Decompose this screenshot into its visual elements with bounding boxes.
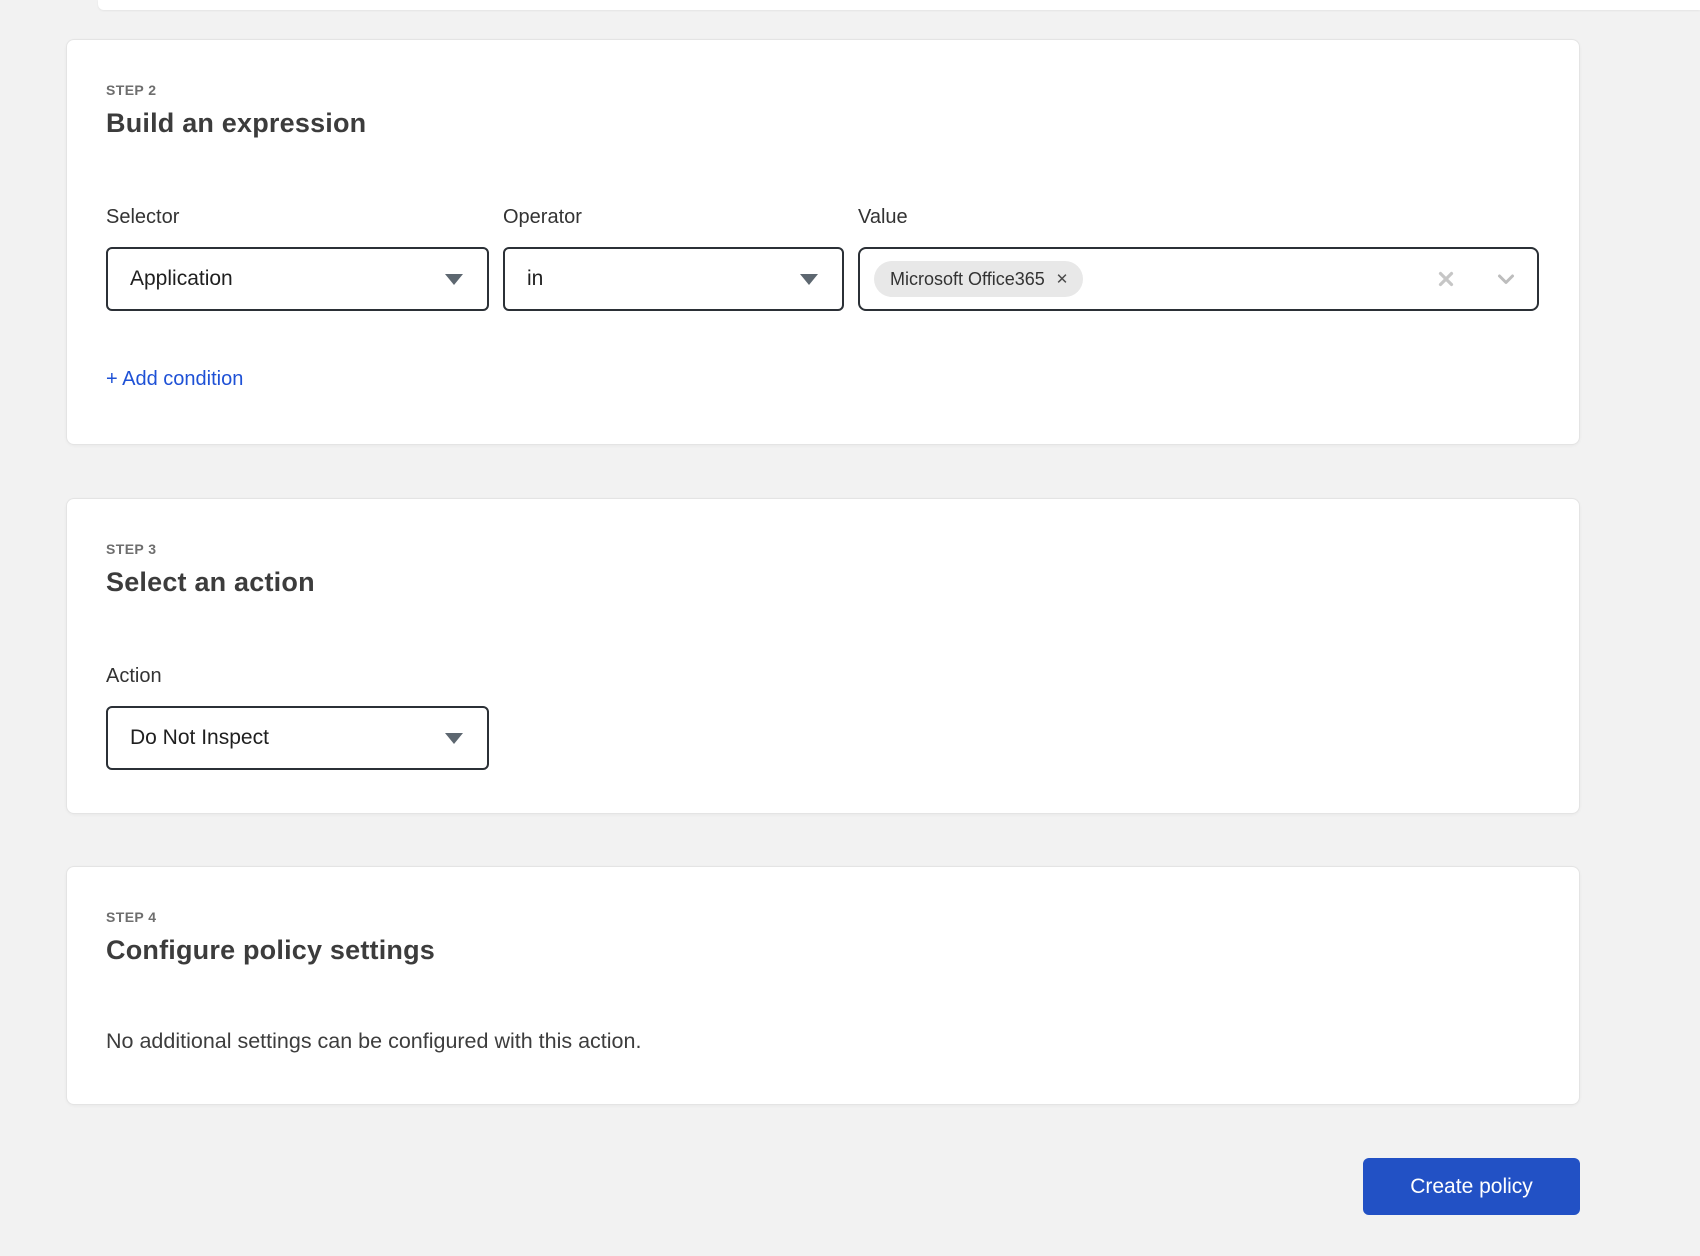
value-field: Value Microsoft Office365 ✕ [858, 205, 1539, 311]
expression-fields-row: Selector Application Operator in Value M… [106, 205, 1539, 311]
caret-down-icon [800, 274, 818, 285]
action-value: Do Not Inspect [130, 726, 269, 750]
operator-value: in [527, 267, 543, 291]
step-3-eyebrow: STEP 3 [106, 541, 1539, 557]
operator-dropdown[interactable]: in [503, 247, 844, 311]
caret-down-icon [445, 274, 463, 285]
step-3-card: STEP 3 Select an action Action Do Not In… [66, 498, 1580, 814]
operator-label: Operator [503, 205, 844, 229]
no-settings-note: No additional settings can be configured… [106, 1028, 1539, 1054]
operator-field: Operator in [503, 205, 844, 311]
clear-all-icon[interactable] [1435, 268, 1457, 290]
action-fields-row: Action Do Not Inspect [106, 664, 1539, 770]
policy-builder-content: STEP 2 Build an expression Selector Appl… [66, 39, 1580, 1215]
value-multiselect-input[interactable]: Microsoft Office365 ✕ [858, 247, 1539, 311]
value-label: Value [858, 205, 1539, 229]
step-4-eyebrow: STEP 4 [106, 909, 1539, 925]
action-dropdown[interactable]: Do Not Inspect [106, 706, 489, 770]
selector-value: Application [130, 267, 233, 291]
value-tag: Microsoft Office365 ✕ [874, 261, 1083, 297]
step-4-card: STEP 4 Configure policy settings No addi… [66, 866, 1580, 1105]
footer-actions: Create policy [66, 1158, 1580, 1215]
step-2-card: STEP 2 Build an expression Selector Appl… [66, 39, 1580, 445]
previous-section-bottom-edge [98, 0, 1700, 10]
chevron-down-icon[interactable] [1495, 268, 1517, 290]
step-4-title: Configure policy settings [106, 935, 1539, 966]
step-2-title: Build an expression [106, 108, 1539, 139]
action-field: Action Do Not Inspect [106, 664, 489, 770]
action-label: Action [106, 664, 489, 688]
step-3-title: Select an action [106, 567, 1539, 598]
caret-down-icon [445, 733, 463, 744]
create-policy-button[interactable]: Create policy [1363, 1158, 1580, 1215]
add-condition-link[interactable]: + Add condition [106, 368, 243, 391]
selector-field: Selector Application [106, 205, 489, 311]
remove-tag-icon[interactable]: ✕ [1056, 272, 1069, 287]
value-tag-label: Microsoft Office365 [890, 269, 1045, 290]
selector-dropdown[interactable]: Application [106, 247, 489, 311]
step-2-eyebrow: STEP 2 [106, 82, 1539, 98]
selector-label: Selector [106, 205, 489, 229]
